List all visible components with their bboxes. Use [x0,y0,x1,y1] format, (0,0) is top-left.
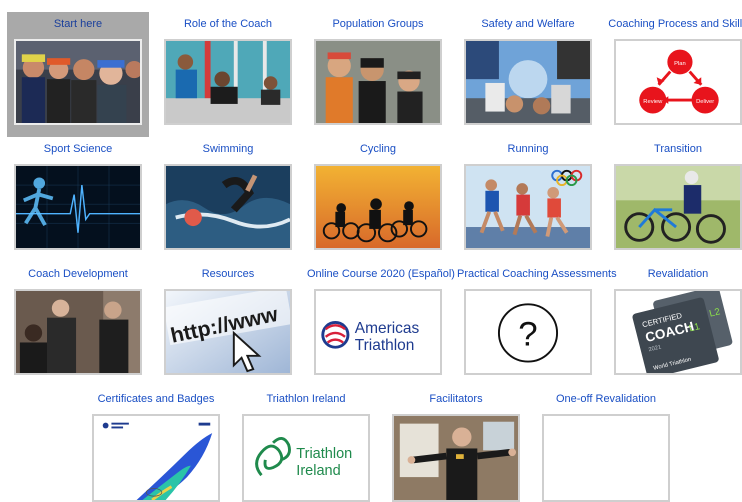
tile-practical-coaching-assessments[interactable]: Practical Coaching Assessments ? [457,262,617,387]
question-mark-icon: ? [464,289,592,375]
plan-review-deliver-diagram-icon: Plan Review Deliver [614,39,742,125]
tile-label: Safety and Welfare [481,18,575,30]
diagram-plan-label: Plan [674,61,686,67]
tile-label: Practical Coaching Assessments [457,268,617,280]
tile-label: Triathlon Ireland [266,393,346,405]
tile-sport-science[interactable]: Sport Science [7,137,149,262]
tile-coaching-process-and-skills[interactable]: Coaching Process and Skills Plan Review … [607,12,742,137]
tile-label: Start here [53,18,103,30]
triathlon-ireland-logo-icon: Triathlon Ireland [242,414,370,502]
tile-label: Swimming [202,143,254,155]
tile-label: Resources [201,268,255,280]
americas-triathlon-logo-icon: Americas Triathlon [314,289,442,375]
tile-cycling[interactable]: Cycling [307,137,449,262]
tile-label: Role of the Coach [183,18,273,30]
tile-safety-and-welfare[interactable]: Safety and Welfare [457,12,599,137]
logo-triathlon-text: Triathlon [296,446,352,462]
certified-coach-badge-icon: CERTIFIED COACH L1 L2 2021 World Triathl… [614,289,742,375]
diagram-deliver-label: Deliver [696,99,714,105]
logo-americas-text: Americas [355,320,420,337]
tile-label: Coach Development [28,268,128,280]
tile-label: Facilitators [429,393,483,405]
tile-start-here[interactable]: Start here [7,12,149,137]
facilitator-photo-icon [392,414,520,502]
tile-revalidation[interactable]: Revalidation CERTIFIED COACH L1 L2 2021 … [607,262,742,387]
tile-swimming[interactable]: Swimming [157,137,299,262]
cyclists-sunset-photo-icon [314,164,442,250]
diagram-review-label: Review [643,99,663,105]
runner-heartbeat-graphic-icon [14,164,142,250]
tile-certificates-and-badges[interactable]: Certificates and Badges [85,387,227,502]
runners-race-photo-icon [464,164,592,250]
athletes-photo-icon [14,39,142,125]
tile-label: Sport Science [43,143,113,155]
tile-label: Population Groups [332,18,424,30]
coach-group-photo-icon [14,289,142,375]
tile-label: One-off Revalidation [555,393,657,405]
tile-facilitators[interactable]: Facilitators [385,387,527,502]
tile-label: Coaching Process and Skills [608,18,742,30]
tile-label: Certificates and Badges [97,393,215,405]
tile-label: Transition [654,143,702,155]
tile-coach-development[interactable]: Coach Development [7,262,149,387]
athletes-huddle-photo-icon [464,39,592,125]
question-glyph: ? [518,316,537,354]
tile-one-off-revalidation[interactable]: One-off Revalidation [535,387,677,502]
transition-bike-photo-icon [614,164,742,250]
tile-running[interactable]: Running [457,137,599,262]
blank-image-icon [542,414,670,502]
swimmer-photo-icon [164,164,292,250]
logo-ireland-text: Ireland [296,463,340,479]
tile-role-of-the-coach[interactable]: Role of the Coach [157,12,299,137]
certificate-document-icon [92,414,220,502]
young-athletes-photo-icon [314,39,442,125]
tile-resources[interactable]: Resources http://www [157,262,299,387]
tile-label: Running [507,143,549,155]
tile-label: Online Course 2020 (Español) [307,268,455,280]
tile-label: Revalidation [647,268,709,280]
logo-triathlon-text: Triathlon [355,337,415,354]
tile-population-groups[interactable]: Population Groups [307,12,449,137]
tile-transition[interactable]: Transition [607,137,742,262]
http-cursor-graphic-icon: http://www [164,289,292,375]
tile-online-course-2020[interactable]: Online Course 2020 (Español) Americas Tr… [307,262,455,387]
tile-triathlon-ireland[interactable]: Triathlon Ireland Triathlon Ireland [235,387,377,502]
pool-coaching-photo-icon [164,39,292,125]
tile-label: Cycling [359,143,397,155]
